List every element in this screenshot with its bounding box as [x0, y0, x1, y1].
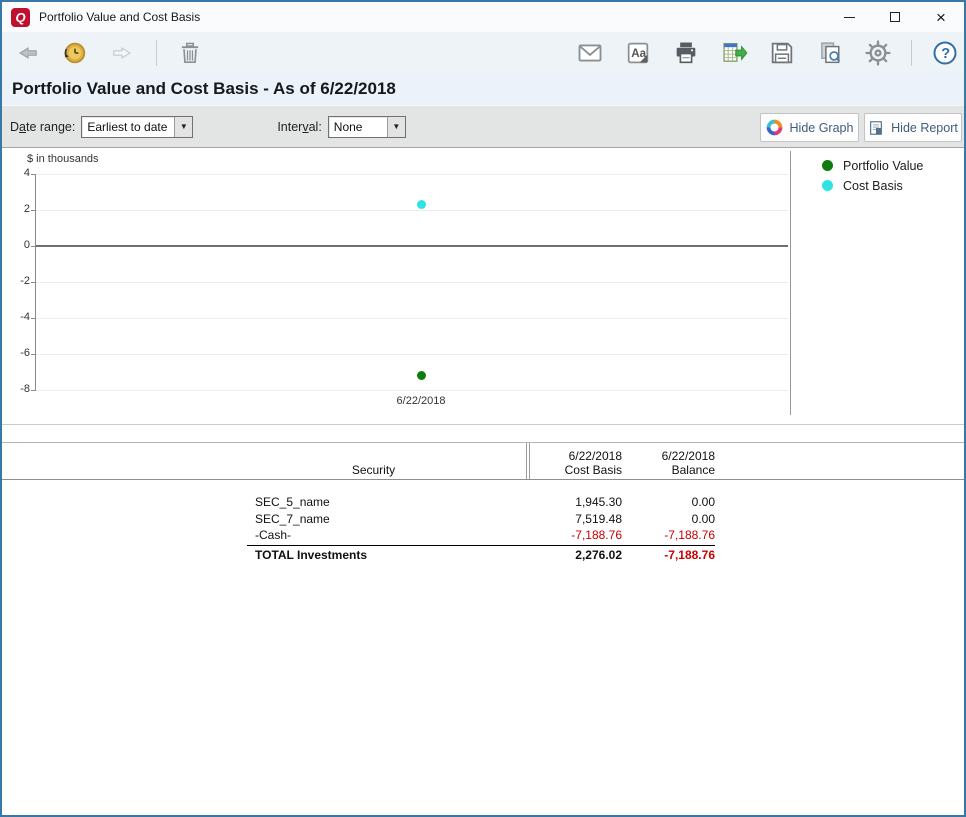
forward-arrow-icon [110, 40, 136, 66]
gridline [36, 210, 788, 211]
help-button[interactable]: ? [930, 38, 960, 68]
forward-button[interactable] [108, 38, 138, 68]
report-panel: Security 6/22/2018 Cost Basis 6/22/2018 … [2, 425, 964, 815]
y-tick-label: -6 [2, 347, 30, 359]
y-axis-units-label: $ in thousands [27, 153, 99, 165]
y-tick-mark [31, 246, 35, 247]
export-spreadsheet-icon [720, 39, 748, 67]
donut-chart-icon [766, 119, 783, 136]
gridline [36, 354, 788, 355]
envelope-icon [576, 39, 604, 67]
legend-item-portfolio-value: Portfolio Value [822, 158, 923, 173]
close-icon: × [936, 9, 946, 26]
x-axis-label: 6/22/2018 [371, 395, 471, 407]
font-size-icon: Aa [624, 39, 652, 67]
y-tick-mark [31, 390, 35, 391]
y-tick-label: -2 [2, 275, 30, 287]
report-header-bottom-rule [2, 479, 964, 480]
portfolio-value-dot-icon [822, 160, 833, 171]
report-body: SEC_5_name 1,945.30 0.00 SEC_7_name 7,51… [247, 494, 715, 562]
font-size-button[interactable]: Aa [623, 38, 653, 68]
gear-icon [864, 39, 892, 67]
table-row[interactable]: SEC_5_name 1,945.30 0.00 [247, 494, 715, 510]
svg-text:?: ? [941, 46, 950, 62]
close-button[interactable]: × [918, 2, 964, 32]
y-tick-label: -4 [2, 311, 30, 323]
toolbar-right-group: Aa [575, 38, 960, 68]
gridline [36, 390, 788, 391]
hide-report-label: Hide Report [891, 121, 958, 135]
toolbar-separator [156, 40, 157, 66]
back-button[interactable] [12, 38, 42, 68]
report-page-icon [868, 120, 884, 136]
print-button[interactable] [671, 38, 701, 68]
help-icon: ? [931, 39, 959, 67]
maximize-button[interactable] [872, 2, 918, 32]
legend-item-cost-basis: Cost Basis [822, 178, 923, 193]
chart-legend: Portfolio Value Cost Basis [822, 158, 923, 198]
interval-label: Interval: [277, 120, 321, 134]
back-arrow-icon [14, 40, 40, 66]
email-button[interactable] [575, 38, 605, 68]
y-tick-label: -8 [2, 383, 30, 395]
history-button[interactable] [60, 38, 90, 68]
print-preview-button[interactable] [815, 38, 845, 68]
minimize-icon [844, 17, 855, 18]
printer-icon [672, 39, 700, 67]
gridline [36, 318, 788, 319]
interval-select[interactable]: None ▼ [328, 116, 406, 138]
hide-graph-button[interactable]: Hide Graph [760, 113, 859, 142]
export-button[interactable] [719, 38, 749, 68]
y-tick-mark [31, 282, 35, 283]
y-tick-mark [31, 174, 35, 175]
chevron-down-icon[interactable]: ▼ [174, 117, 192, 137]
filter-bar: Date range: Earliest to date ▼ Interval:… [2, 106, 964, 148]
column-header-security: Security [247, 463, 500, 479]
maximize-icon [890, 12, 900, 22]
save-button[interactable] [767, 38, 797, 68]
toolbar-separator [911, 40, 912, 66]
table-row[interactable]: -Cash- -7,188.76 -7,188.76 [247, 527, 715, 543]
date-range-select[interactable]: Earliest to date ▼ [81, 116, 193, 138]
app-window: Q Portfolio Value and Cost Basis × [0, 0, 966, 817]
table-total-row: TOTAL Investments 2,276.02 -7,188.76 [247, 545, 715, 562]
settings-button[interactable] [863, 38, 893, 68]
y-tick-label: 4 [2, 167, 30, 179]
table-row[interactable]: SEC_7_name 7,519.48 0.00 [247, 510, 715, 526]
y-tick-mark [31, 318, 35, 319]
column-header-cost-basis: 6/22/2018 Cost Basis [500, 449, 622, 479]
minimize-button[interactable] [826, 2, 872, 32]
cost-basis-dot-icon [822, 180, 833, 191]
window-controls: × [826, 2, 964, 32]
y-tick-mark [31, 210, 35, 211]
trash-icon [177, 40, 203, 66]
history-clock-icon [61, 39, 89, 67]
delete-button[interactable] [175, 38, 205, 68]
quicken-logo-icon: Q [11, 8, 30, 27]
page-title: Portfolio Value and Cost Basis - As of 6… [2, 73, 964, 106]
column-header-balance: 6/22/2018 Balance [622, 449, 715, 479]
window-title: Portfolio Value and Cost Basis [39, 10, 200, 24]
report-header-row: Security 6/22/2018 Cost Basis 6/22/2018 … [247, 443, 715, 479]
zero-gridline [36, 245, 788, 247]
titlebar: Q Portfolio Value and Cost Basis × [2, 2, 964, 32]
data-point-portfolio-value [417, 371, 426, 380]
legend-separator [790, 151, 791, 415]
graph-panel: $ in thousands 6/22/2018 Portfolio Value… [2, 148, 964, 424]
hide-report-button[interactable]: Hide Report [864, 113, 962, 142]
toolbar-left-group [12, 38, 205, 68]
gridline [36, 174, 788, 175]
y-tick-label: 0 [2, 239, 30, 251]
save-floppy-icon [768, 39, 796, 67]
y-tick-label: 2 [2, 203, 30, 215]
toolbar: Aa [2, 32, 964, 73]
gridline [36, 282, 788, 283]
hide-graph-label: Hide Graph [790, 121, 854, 135]
date-range-label: Date range: [10, 120, 75, 134]
y-tick-mark [31, 354, 35, 355]
data-point-cost-basis [417, 200, 426, 209]
preview-pages-icon [816, 39, 844, 67]
chevron-down-icon[interactable]: ▼ [387, 117, 405, 137]
